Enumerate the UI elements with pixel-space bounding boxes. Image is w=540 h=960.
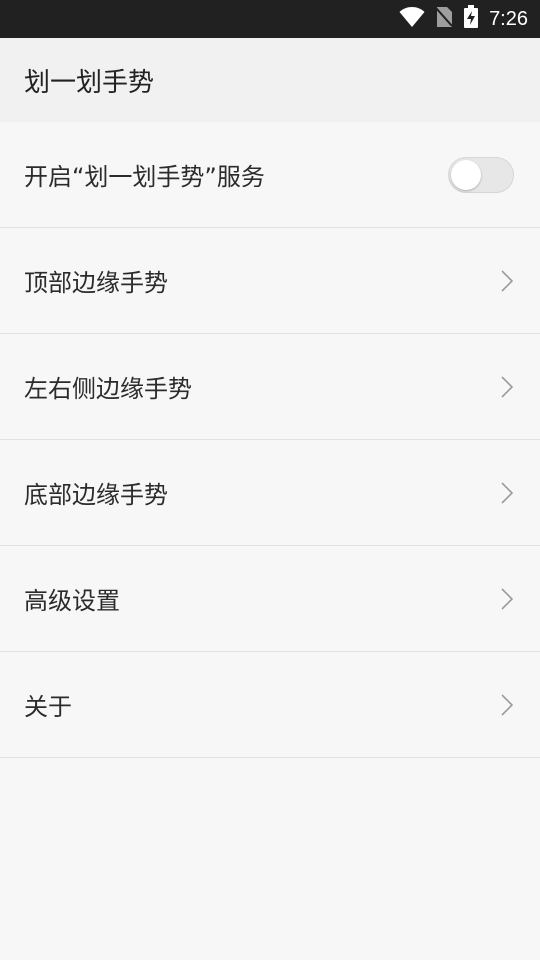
setting-label: 开启“划一划手势”服务 bbox=[24, 163, 265, 191]
setting-row-bottom-edge-gesture[interactable]: 底部边缘手势 bbox=[0, 440, 540, 546]
status-time: 7:26 bbox=[489, 7, 528, 30]
app-bar: 划一划手势 bbox=[0, 38, 540, 122]
wifi-icon bbox=[399, 6, 425, 32]
page-title: 划一划手势 bbox=[24, 68, 155, 98]
chevron-right-icon bbox=[501, 269, 514, 292]
service-toggle[interactable] bbox=[448, 156, 514, 193]
status-bar: 7:26 bbox=[0, 0, 540, 38]
toggle-knob bbox=[451, 159, 481, 190]
chevron-right-icon bbox=[501, 375, 514, 398]
battery-charging-icon bbox=[463, 5, 479, 33]
chevron-right-icon bbox=[501, 587, 514, 610]
setting-row-side-edge-gesture[interactable]: 左右侧边缘手势 bbox=[0, 334, 540, 440]
no-sim-icon bbox=[435, 6, 453, 32]
chevron-right-icon bbox=[501, 481, 514, 504]
setting-row-enable-service[interactable]: 开启“划一划手势”服务 bbox=[0, 122, 540, 228]
setting-row-about[interactable]: 关于 bbox=[0, 652, 540, 758]
chevron-right-icon bbox=[501, 693, 514, 716]
setting-row-advanced-settings[interactable]: 高级设置 bbox=[0, 546, 540, 652]
setting-label: 左右侧边缘手势 bbox=[24, 375, 192, 403]
status-icons: 7:26 bbox=[399, 0, 528, 38]
setting-label: 关于 bbox=[24, 693, 72, 721]
settings-list: 开启“划一划手势”服务 顶部边缘手势 左右侧边缘手势 底部边缘手势 高级设置 关… bbox=[0, 122, 540, 758]
setting-label: 底部边缘手势 bbox=[24, 481, 168, 509]
setting-label: 高级设置 bbox=[24, 587, 120, 615]
setting-row-top-edge-gesture[interactable]: 顶部边缘手势 bbox=[0, 228, 540, 334]
setting-label: 顶部边缘手势 bbox=[24, 269, 168, 297]
